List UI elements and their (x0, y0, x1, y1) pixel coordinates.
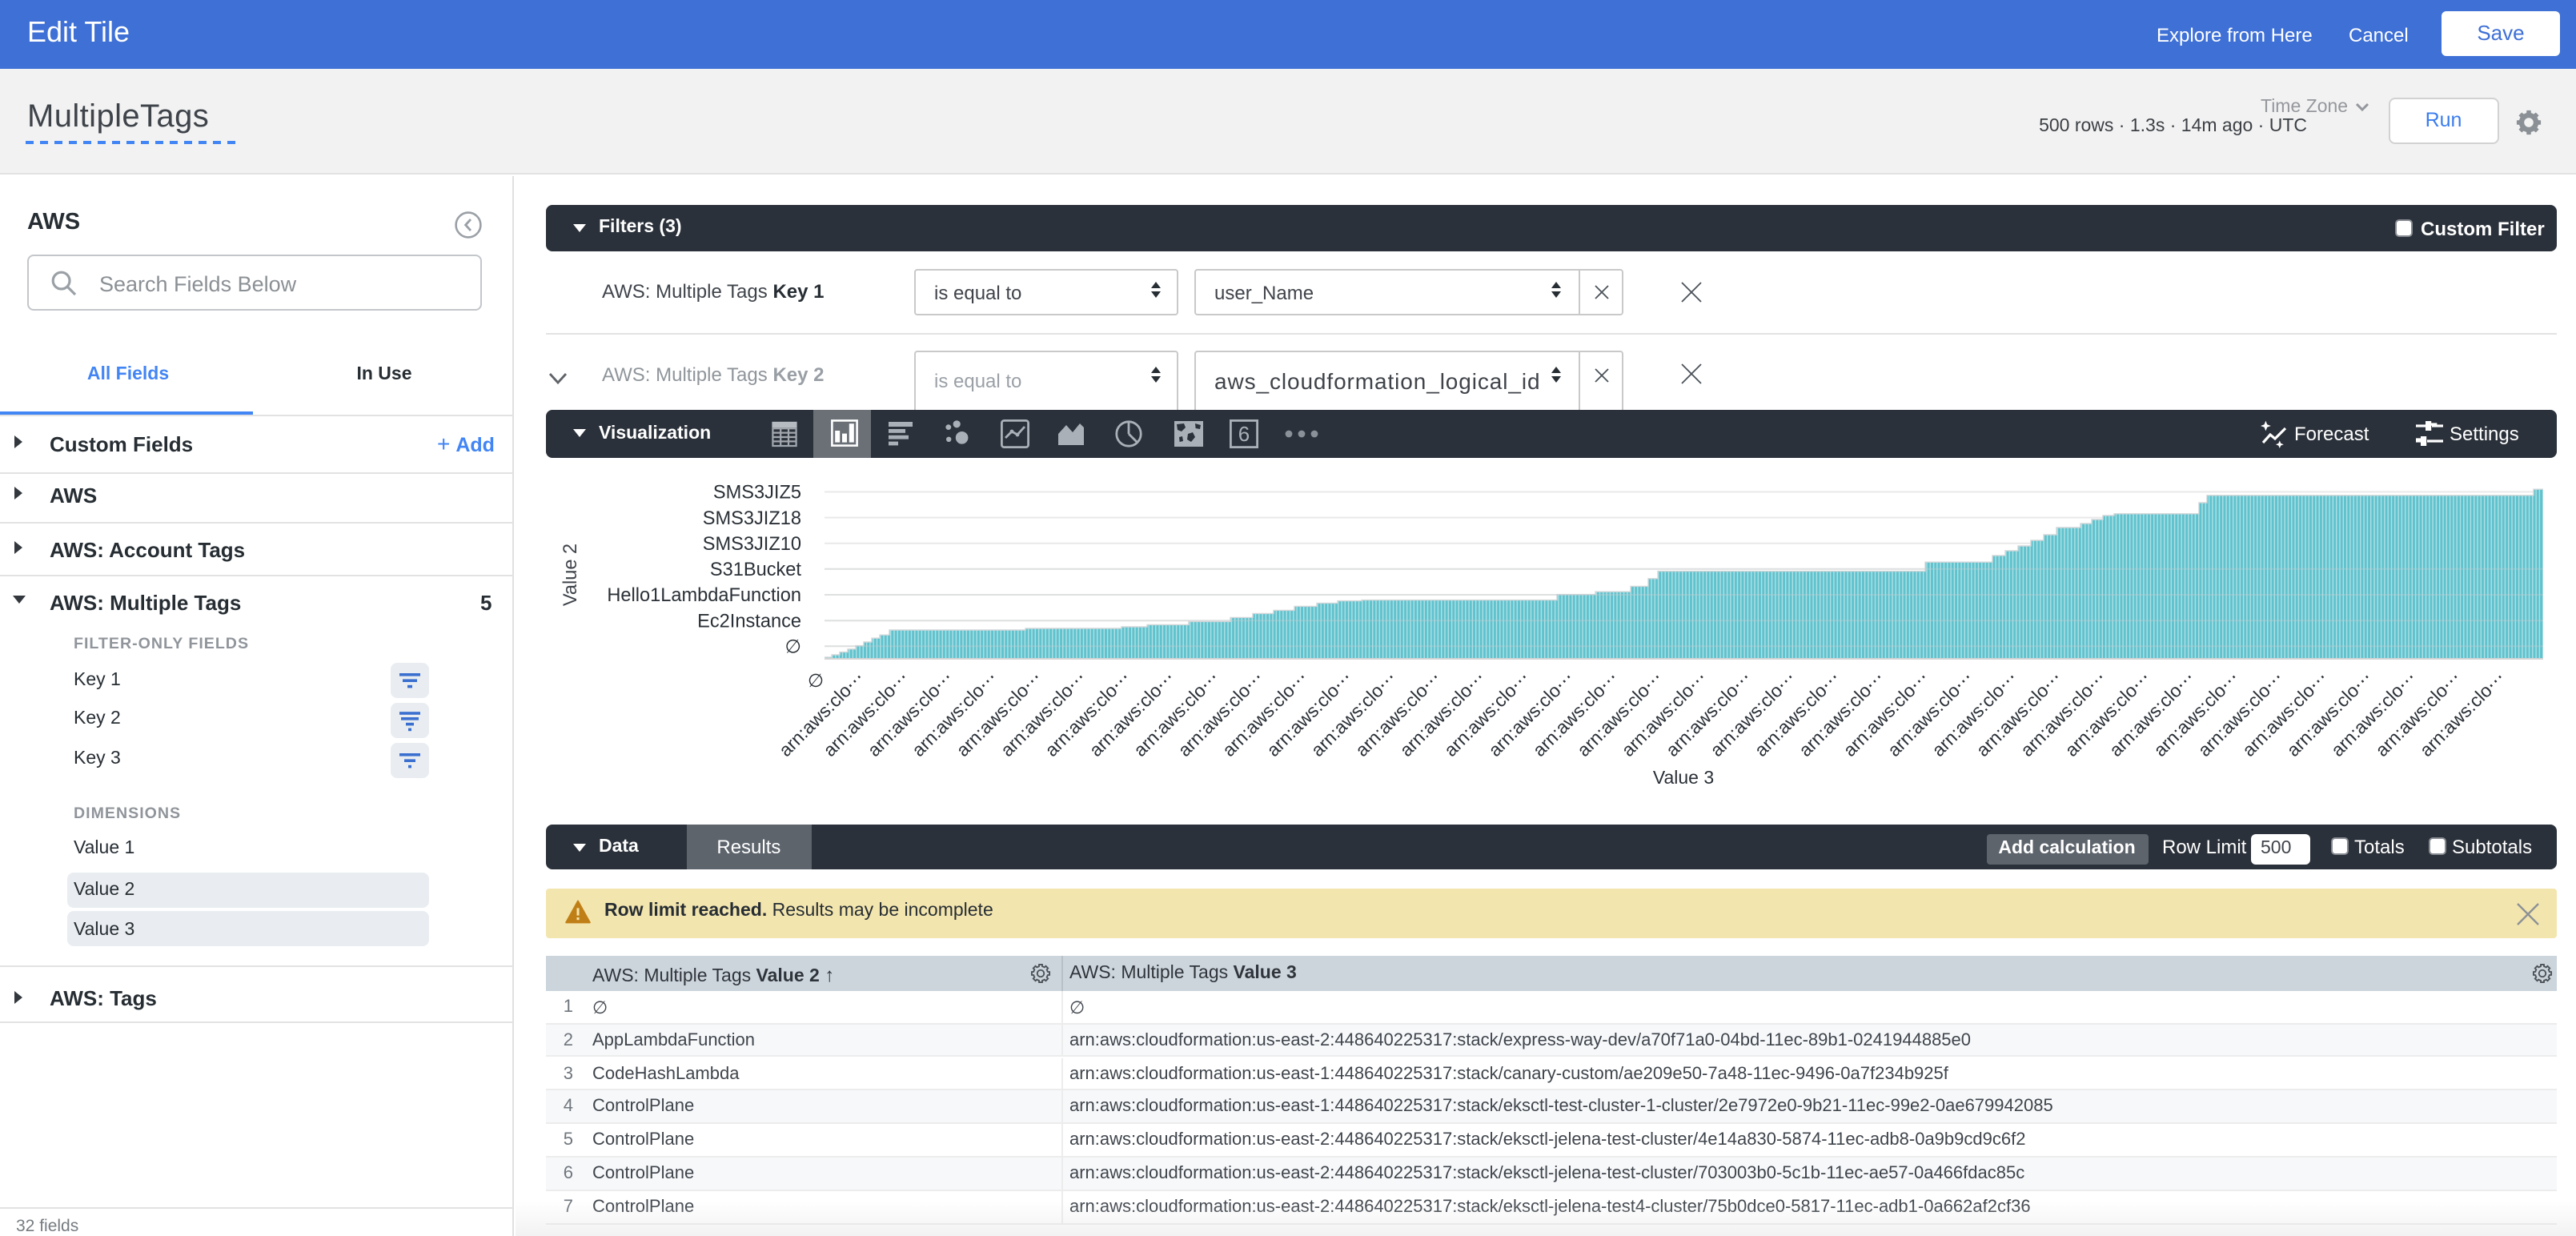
svg-text:∅: ∅ (807, 670, 823, 691)
svg-text:Value 2: Value 2 (560, 544, 580, 606)
svg-text:SMS3JIZ18: SMS3JIZ18 (702, 508, 800, 529)
svg-text:Ec2Instance: Ec2Instance (696, 611, 800, 632)
svg-text:Hello1LambdaFunction: Hello1LambdaFunction (606, 585, 800, 606)
svg-text:6: 6 (1238, 422, 1250, 446)
svg-text:SMS3JIZ5: SMS3JIZ5 (712, 483, 800, 504)
svg-text:∅: ∅ (784, 636, 800, 657)
svg-text:SMS3JIZ10: SMS3JIZ10 (702, 534, 800, 555)
svg-text:S31Bucket: S31Bucket (709, 560, 801, 580)
svg-text:Value 3: Value 3 (1652, 767, 1713, 788)
